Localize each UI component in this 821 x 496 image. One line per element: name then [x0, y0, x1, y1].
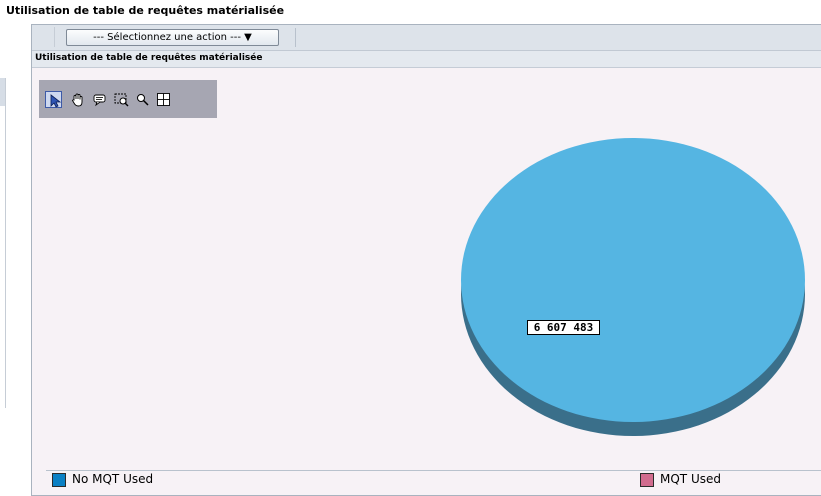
report-panel: --- Sélectionnez une action --- ▼ Utilis…: [31, 24, 821, 496]
slice-value-label: 6 607 483: [527, 320, 600, 335]
legend-swatch-mqt: [640, 473, 654, 487]
legend-swatch-no-mqt: [52, 473, 66, 487]
magnifier-icon[interactable]: [134, 91, 151, 108]
report-subtitle: Utilisation de table de requêtes matéria…: [35, 53, 263, 63]
report-toolbar: --- Sélectionnez une action --- ▼: [32, 25, 821, 51]
pie-chart-svg: [461, 138, 805, 436]
left-panel-tab[interactable]: [0, 78, 5, 106]
left-panel-edge: [0, 78, 6, 408]
toolbar-separator: [295, 28, 296, 47]
page-title: Utilisation de table de requêtes matéria…: [6, 4, 285, 17]
pie-chart: 6 607 483: [458, 130, 808, 440]
zoom-rectangle-icon[interactable]: [113, 91, 130, 108]
speech-bubble-icon[interactable]: [91, 91, 108, 108]
toolbar-grip-icon: [40, 27, 55, 47]
arrow-pointer-icon[interactable]: [45, 91, 62, 108]
legend-label: No MQT Used: [72, 472, 154, 486]
chart-legend: No MQT Used MQT Used: [46, 470, 821, 491]
report-subtitle-bar: Utilisation de table de requêtes matéria…: [32, 51, 821, 68]
hand-pan-icon[interactable]: [69, 91, 86, 108]
chart-tool-palette: [39, 80, 217, 118]
action-select[interactable]: --- Sélectionnez une action --- ▼: [66, 29, 279, 46]
crosshair-frame-icon[interactable]: [155, 91, 172, 108]
pie-slice-no-mqt-used[interactable]: [461, 138, 805, 422]
legend-label: MQT Used: [660, 472, 721, 486]
